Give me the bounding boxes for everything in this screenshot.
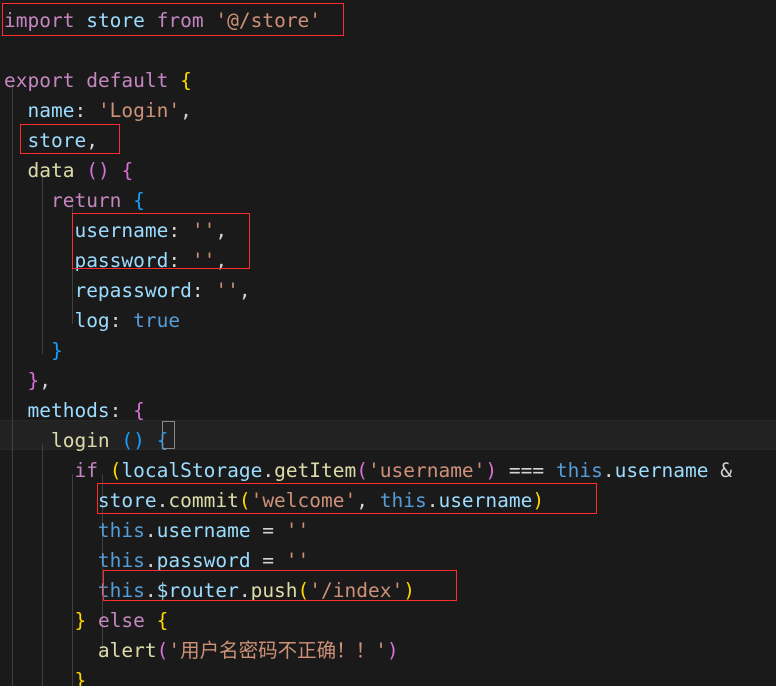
token-keyword-this: this bbox=[379, 489, 427, 512]
token-brace-close: } bbox=[74, 609, 87, 632]
token-method-login: login bbox=[50, 429, 110, 452]
token-object-localstorage: localStorage bbox=[121, 459, 263, 482]
token-brace-close: } bbox=[50, 339, 63, 362]
token-property-password: password bbox=[74, 249, 169, 272]
token-property-password: password bbox=[156, 549, 251, 572]
token-keyword-import: import bbox=[4, 9, 75, 32]
code-line-7[interactable]: return { bbox=[0, 186, 776, 216]
token-property-log: log bbox=[74, 309, 110, 332]
token-boolean-true: true bbox=[133, 309, 181, 332]
code-line-2-blank[interactable] bbox=[0, 36, 776, 66]
code-line-10[interactable]: repassword: '', bbox=[0, 276, 776, 306]
token-property-username: username bbox=[74, 219, 169, 242]
token-brace-open-matched: { bbox=[156, 429, 169, 452]
code-line-19[interactable]: this.password = '' bbox=[0, 546, 776, 576]
token-keyword-this: this bbox=[97, 549, 145, 572]
token-brace-open: { bbox=[133, 189, 145, 212]
token-keyword-from: from bbox=[156, 9, 204, 32]
token-brace-open: { bbox=[121, 159, 134, 182]
token-keyword-this: this bbox=[555, 459, 603, 482]
token-keyword-if: if bbox=[74, 459, 98, 482]
token-brace-close: } bbox=[74, 669, 87, 686]
token-identifier-store: store bbox=[86, 9, 145, 32]
token-brace-close: } bbox=[27, 369, 40, 392]
token-keyword-export: export bbox=[4, 69, 75, 92]
token-property-store: store bbox=[27, 129, 87, 152]
token-property-name: name bbox=[27, 99, 75, 122]
code-editor-viewport[interactable]: import store from '@/store' export defau… bbox=[0, 0, 776, 686]
code-line-14[interactable]: methods: { bbox=[0, 396, 776, 426]
code-line-22[interactable]: alert('用户名密码不正确！！') bbox=[0, 636, 776, 666]
token-object-store: store bbox=[97, 489, 157, 512]
token-string-module-path: '@/store' bbox=[215, 9, 322, 32]
token-property-methods: methods bbox=[27, 399, 110, 422]
token-keyword-this: this bbox=[97, 519, 145, 542]
token-property-router: $router bbox=[156, 579, 239, 602]
code-line-4[interactable]: name: 'Login', bbox=[0, 96, 776, 126]
token-property-username: username bbox=[614, 459, 709, 482]
token-method-data: data bbox=[27, 159, 75, 182]
code-line-5[interactable]: store, bbox=[0, 126, 776, 156]
code-line-6[interactable]: data () { bbox=[0, 156, 776, 186]
token-string-empty: '' bbox=[285, 519, 310, 542]
code-line-13[interactable]: }, bbox=[0, 366, 776, 396]
code-lines-layer[interactable]: import store from '@/store' export defau… bbox=[0, 0, 776, 686]
token-string-empty: '' bbox=[191, 219, 216, 242]
code-line-8[interactable]: username: '', bbox=[0, 216, 776, 246]
token-method-commit: commit bbox=[168, 489, 239, 512]
token-keyword-default: default bbox=[86, 69, 169, 92]
token-string-username-key: 'username' bbox=[368, 459, 486, 482]
code-line-18[interactable]: this.username = '' bbox=[0, 516, 776, 546]
token-property-username: username bbox=[438, 489, 533, 512]
code-line-21[interactable]: } else { bbox=[0, 606, 776, 636]
token-brace-open: { bbox=[156, 609, 169, 632]
code-line-3[interactable]: export default { bbox=[0, 66, 776, 96]
code-line-1[interactable]: import store from '@/store' bbox=[0, 6, 776, 36]
code-line-15[interactable]: login () { bbox=[0, 426, 776, 456]
code-line-9[interactable]: password: '', bbox=[0, 246, 776, 276]
token-keyword-return: return bbox=[50, 189, 122, 212]
token-property-username: username bbox=[156, 519, 251, 542]
code-line-11[interactable]: log: true bbox=[0, 306, 776, 336]
token-string-empty: '' bbox=[191, 249, 216, 272]
code-line-23[interactable]: } bbox=[0, 666, 776, 686]
token-string-empty: '' bbox=[215, 279, 239, 302]
code-line-17[interactable]: store.commit('welcome', this.username) bbox=[0, 486, 776, 516]
token-keyword-this: this bbox=[97, 579, 145, 602]
token-keyword-else: else bbox=[97, 609, 145, 632]
token-method-getitem: getItem bbox=[274, 459, 357, 482]
token-property-repassword: repassword bbox=[74, 279, 192, 302]
code-line-20[interactable]: this.$router.push('/index') bbox=[0, 576, 776, 606]
token-string-index-route: '/index' bbox=[309, 579, 404, 602]
token-string-welcome: 'welcome' bbox=[250, 489, 357, 512]
token-method-push: push bbox=[250, 579, 298, 602]
token-brace-open: { bbox=[180, 69, 192, 92]
token-function-alert: alert bbox=[97, 639, 157, 662]
token-string-empty: '' bbox=[285, 549, 310, 572]
code-line-12[interactable]: } bbox=[0, 336, 776, 366]
token-brace-open: { bbox=[133, 399, 145, 422]
token-string-error-message: '用户名密码不正确！！' bbox=[168, 639, 387, 662]
code-line-16[interactable]: if (localStorage.getItem('username') ===… bbox=[0, 456, 776, 486]
token-string-login: 'Login' bbox=[97, 99, 181, 122]
